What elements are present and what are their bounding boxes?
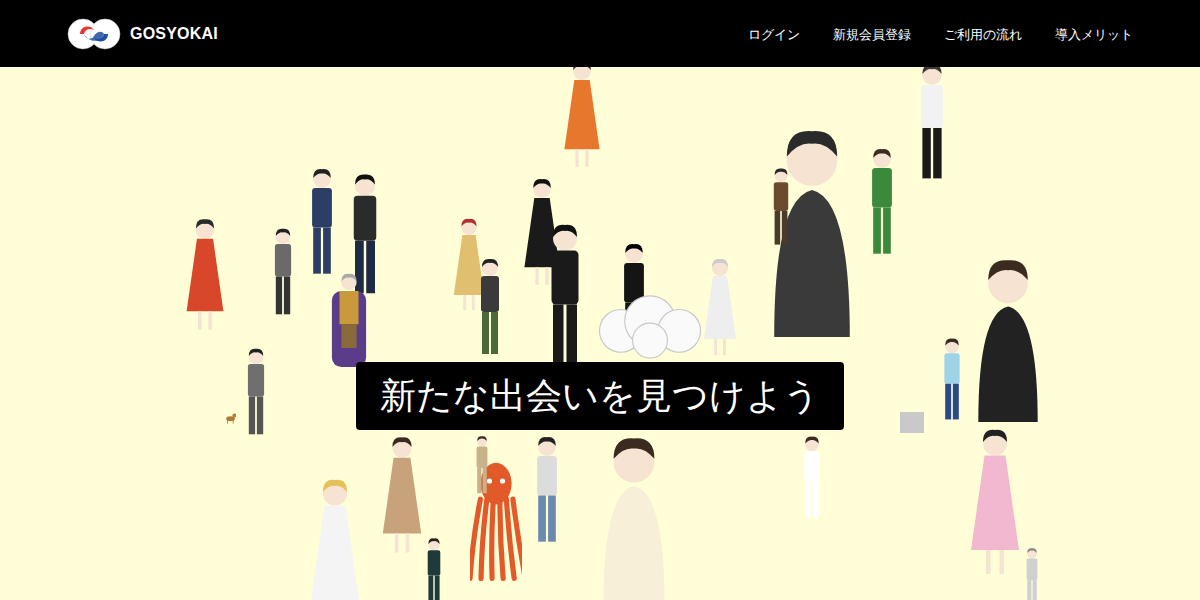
- nav-item: 導入メリット: [1055, 22, 1133, 46]
- person-illustration: [600, 435, 668, 600]
- logo-icon: [66, 18, 122, 50]
- person-illustration: [470, 435, 494, 495]
- nav-item: 新規会員登録: [833, 22, 911, 46]
- cloud-illustration: [590, 292, 710, 360]
- person-illustration: [900, 382, 924, 442]
- person-illustration: [305, 477, 365, 600]
- person-illustration: [1020, 547, 1044, 600]
- person-illustration: [420, 537, 448, 600]
- person-illustration: [265, 227, 301, 317]
- dog-illustration: [225, 402, 236, 430]
- person-illustration: [560, 67, 604, 169]
- nav-link[interactable]: 新規会員登録: [833, 27, 911, 42]
- person-illustration: [965, 427, 1025, 577]
- person-illustration: [860, 147, 904, 257]
- hero-section: 新たな出会いを見つけよう: [0, 67, 1200, 600]
- nav-link[interactable]: 導入メリット: [1055, 27, 1133, 42]
- person-illustration: [765, 167, 797, 247]
- logo[interactable]: GOSYOKAI: [66, 18, 218, 50]
- person-illustration: [470, 257, 510, 357]
- person-illustration: [700, 257, 740, 357]
- person-illustration: [525, 435, 569, 545]
- nav-link[interactable]: ご利用の流れ: [944, 27, 1022, 42]
- person-illustration: [795, 435, 829, 520]
- person-illustration: [330, 272, 368, 367]
- person-illustration: [935, 337, 969, 422]
- person-illustration: [238, 347, 274, 437]
- nav-item: ご利用の流れ: [944, 22, 1022, 46]
- person-illustration: [300, 167, 344, 277]
- person-illustration: [182, 217, 228, 332]
- person-illustration: [975, 257, 1041, 422]
- person-illustration: [908, 67, 956, 182]
- person-illustration: [535, 222, 595, 372]
- top-navbar: GOSYOKAI ログイン 新規会員登録 ご利用の流れ 導入メリット: [0, 0, 1200, 67]
- person-illustration: [378, 435, 426, 555]
- nav-item: ログイン: [748, 22, 800, 46]
- nav-menu: ログイン 新規会員登録 ご利用の流れ 導入メリット: [748, 22, 1133, 46]
- hero-caption: 新たな出会いを見つけよう: [356, 362, 844, 430]
- nav-link[interactable]: ログイン: [748, 27, 800, 42]
